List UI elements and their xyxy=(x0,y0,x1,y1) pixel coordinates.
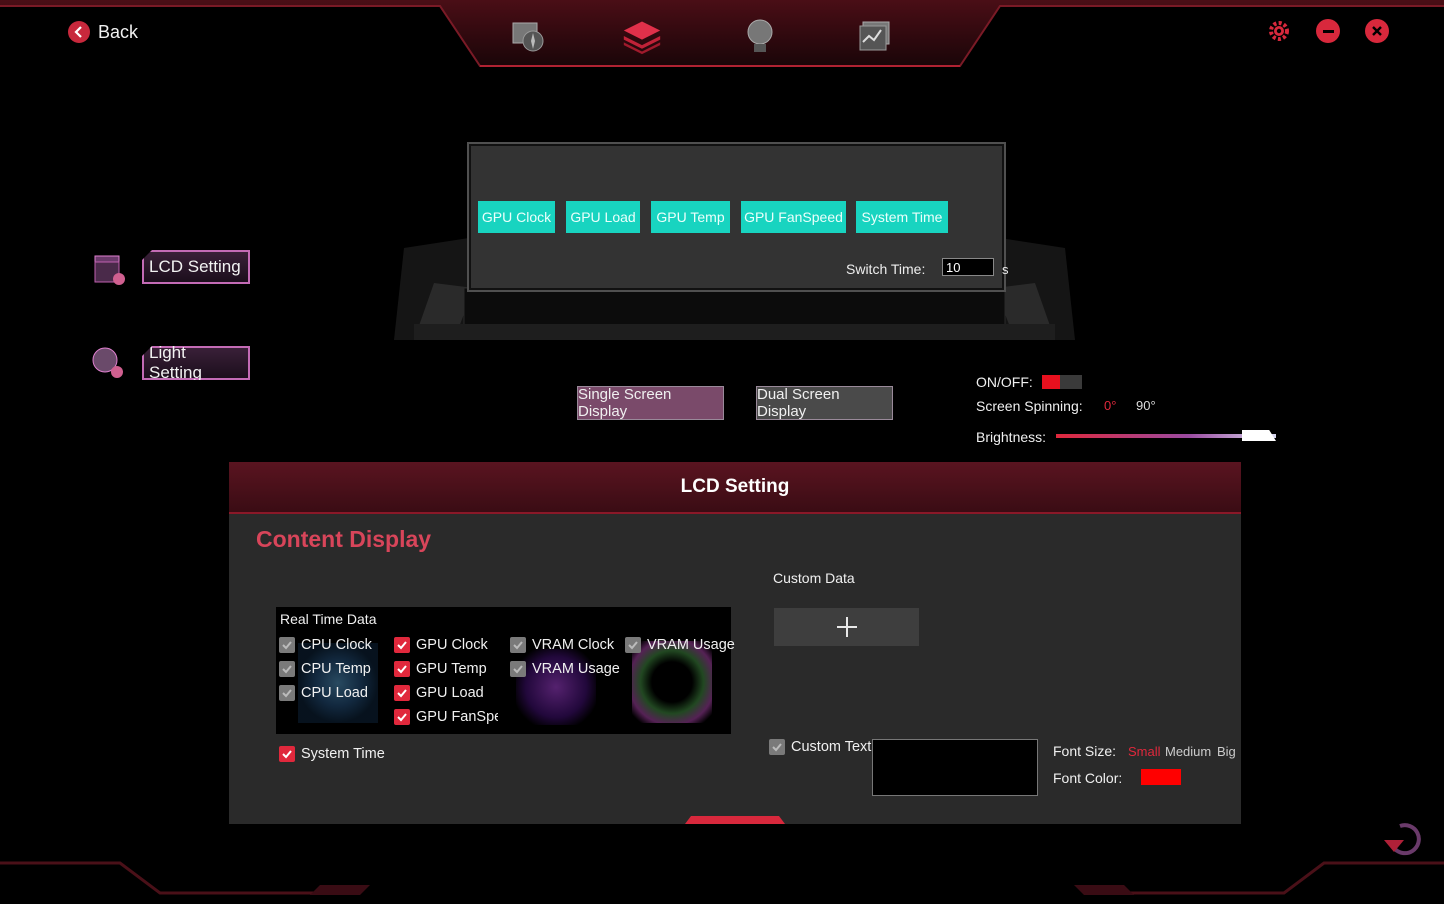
preview-chip-gpu-fanspeed[interactable]: GPU FanSpeed xyxy=(741,201,846,233)
checkbox-gpu-fanspeed[interactable]: GPU FanSpeed xyxy=(394,709,498,725)
checkbox-vram-usage-2[interactable]: VRAM Usage xyxy=(625,637,735,653)
sidebar-item-label: Light Setting xyxy=(149,343,202,382)
checkbox-label: CPU Temp xyxy=(301,661,371,677)
panel-bottom-accent xyxy=(685,816,785,824)
layers-icon[interactable] xyxy=(622,16,662,56)
preview-chip-gpu-clock[interactable]: GPU Clock xyxy=(478,201,555,233)
brightness-slider-handle[interactable] xyxy=(1242,430,1276,441)
checkbox-cpu-clock[interactable]: CPU Clock xyxy=(279,637,372,653)
memory-image xyxy=(632,641,712,723)
checkbox-label: Custom Text xyxy=(791,739,872,755)
light-setting-icon xyxy=(90,345,126,386)
preview-chip-system-time[interactable]: System Time xyxy=(856,201,948,233)
panel-header: LCD Setting xyxy=(229,462,1241,514)
checkbox-label: GPU Clock xyxy=(416,637,488,653)
sidebar-item-lcd-setting[interactable]: LCD Setting xyxy=(142,250,250,284)
custom-data-label: Custom Data xyxy=(773,570,855,586)
cpu-image xyxy=(298,643,378,723)
checkbox-box xyxy=(279,637,295,653)
switch-time-input[interactable] xyxy=(942,258,994,276)
minimize-icon[interactable] xyxy=(1316,19,1340,43)
brightness-label: Brightness: xyxy=(976,429,1047,445)
bottom-bar-frame xyxy=(0,861,1444,895)
checkbox-box xyxy=(510,661,526,677)
checkbox-label: VRAM Clock xyxy=(532,637,615,653)
onoff-toggle[interactable] xyxy=(1042,375,1082,389)
checkbox-box xyxy=(625,637,641,653)
preview-chip-gpu-load[interactable]: GPU Load xyxy=(566,201,640,233)
plus-icon xyxy=(836,617,857,637)
checkbox-label: GPU Temp xyxy=(416,661,487,677)
back-label: Back xyxy=(98,21,139,42)
lcd-setting-panel: LCD Setting Content Display Real Time Da… xyxy=(229,462,1241,824)
switch-time-label: Switch Time: xyxy=(846,261,926,277)
font-size-small[interactable]: Small xyxy=(1128,744,1161,759)
bulb-icon[interactable] xyxy=(740,16,780,56)
checkbox-vram-usage[interactable]: VRAM Usage xyxy=(510,661,620,677)
checkbox-label: VRAM Usage xyxy=(532,661,620,677)
spin-option-0[interactable]: 0° xyxy=(1104,398,1116,413)
checkbox-box xyxy=(510,637,526,653)
preview-chip-gpu-temp[interactable]: GPU Temp xyxy=(651,201,730,233)
custom-text-input[interactable] xyxy=(872,739,1038,796)
checkbox-gpu-clock[interactable]: GPU Clock xyxy=(394,637,488,653)
brightness-slider[interactable] xyxy=(1056,430,1276,441)
single-screen-display-button[interactable]: Single Screen Display xyxy=(577,386,724,420)
panel-title: LCD Setting xyxy=(680,476,790,497)
checkbox-gpu-temp[interactable]: GPU Temp xyxy=(394,661,487,677)
lcd-setting-icon xyxy=(92,252,128,293)
font-size-label: Font Size: xyxy=(1053,743,1117,759)
lcd-preview-screen: GPU Clock GPU Load GPU Temp GPU FanSpeed… xyxy=(467,142,1009,292)
checkbox-label: CPU Clock xyxy=(301,637,372,653)
checkbox-cpu-temp[interactable]: CPU Temp xyxy=(279,661,371,677)
checkbox-system-time[interactable]: System Time xyxy=(279,746,385,762)
reset-icon[interactable] xyxy=(1380,818,1428,858)
checkbox-label: GPU FanSpeed xyxy=(416,709,498,725)
switch-time-unit: s xyxy=(1002,262,1009,277)
sidebar-item-label: LCD Setting xyxy=(149,257,241,276)
font-size-big[interactable]: Big xyxy=(1217,744,1236,759)
add-custom-data-button[interactable] xyxy=(774,608,919,646)
checkbox-box xyxy=(394,661,410,677)
checkbox-vram-clock[interactable]: VRAM Clock xyxy=(510,637,614,653)
sidebar-item-light-setting[interactable]: Light Setting xyxy=(142,346,250,380)
top-bar-frame xyxy=(0,0,1444,67)
section-title: Content Display xyxy=(256,526,432,552)
dual-screen-display-button[interactable]: Dual Screen Display xyxy=(756,386,893,420)
chart-icon[interactable] xyxy=(855,16,895,56)
gear-icon[interactable] xyxy=(1267,19,1291,43)
checkbox-cpu-load[interactable]: CPU Load xyxy=(279,685,368,701)
real-time-data-title: Real Time Data xyxy=(280,611,377,627)
checkbox-label: CPU Load xyxy=(301,685,368,701)
checkbox-box xyxy=(769,739,785,755)
close-icon[interactable] xyxy=(1365,19,1389,43)
monitor-fan-icon[interactable] xyxy=(508,16,548,56)
checkbox-box xyxy=(394,709,410,725)
screen-spinning-label: Screen Spinning: xyxy=(976,398,1083,414)
checkbox-gpu-load[interactable]: GPU Load xyxy=(394,685,484,701)
checkbox-box xyxy=(394,685,410,701)
onoff-label: ON/OFF: xyxy=(976,374,1033,390)
spin-option-90[interactable]: 90° xyxy=(1136,398,1156,413)
font-color-swatch[interactable] xyxy=(1141,769,1181,785)
checkbox-label: VRAM Usage xyxy=(647,637,735,653)
onoff-toggle-knob xyxy=(1042,375,1060,389)
back-button[interactable]: Back xyxy=(68,21,138,43)
checkbox-label: GPU Load xyxy=(416,685,484,701)
checkbox-box xyxy=(279,685,295,701)
checkbox-custom-text[interactable]: Custom Text xyxy=(769,739,871,755)
checkbox-box xyxy=(279,746,295,762)
checkbox-box xyxy=(279,661,295,677)
back-arrow-icon xyxy=(68,21,90,43)
font-color-label: Font Color: xyxy=(1053,770,1123,786)
real-time-data-box: Real Time Data CPU Clock CPU Temp CPU Lo… xyxy=(276,607,735,734)
checkbox-box xyxy=(394,637,410,653)
font-size-medium[interactable]: Medium xyxy=(1165,744,1211,759)
checkbox-label: System Time xyxy=(301,746,385,762)
